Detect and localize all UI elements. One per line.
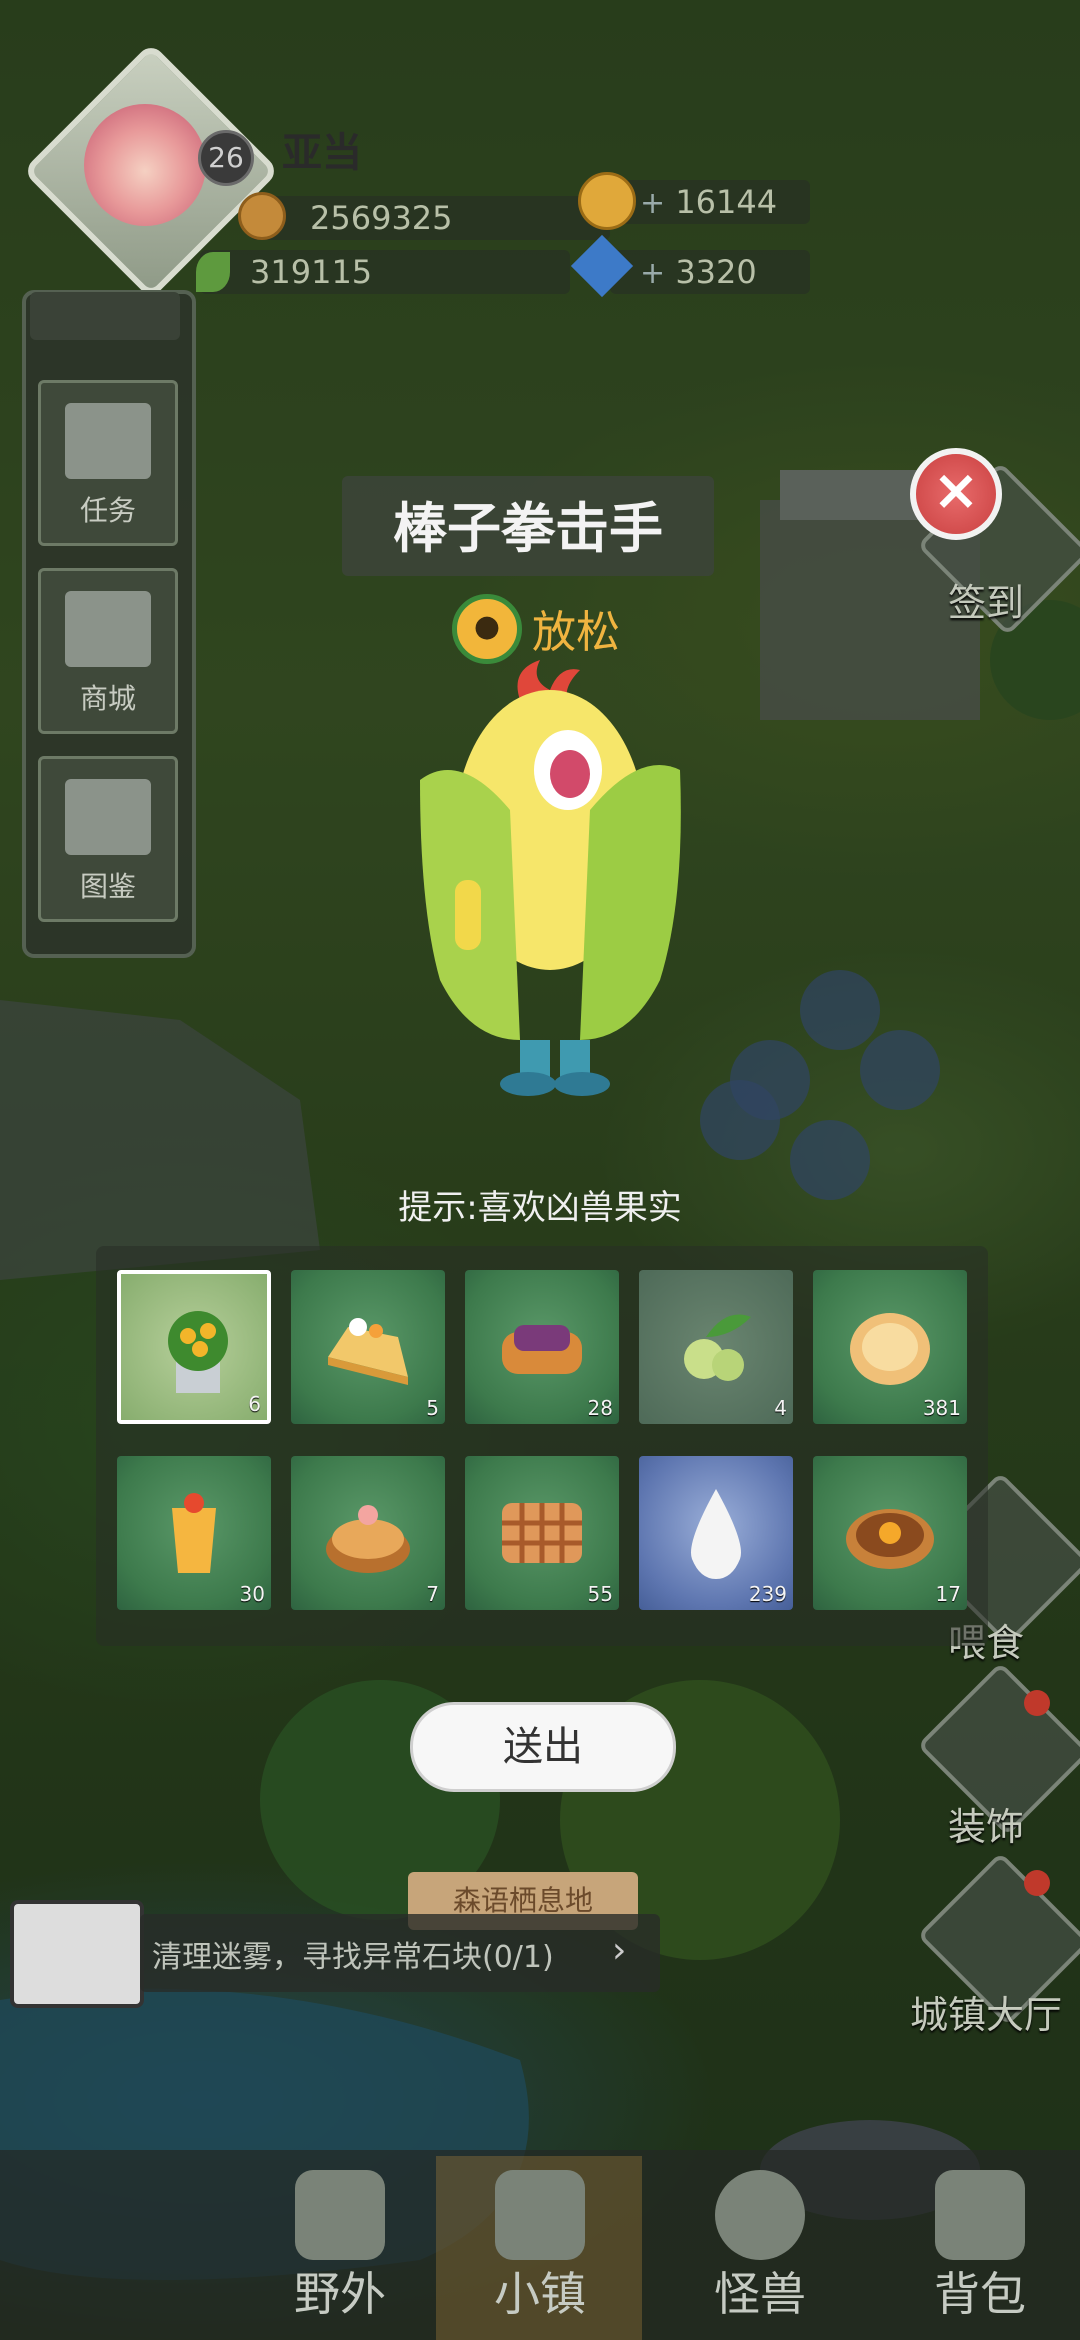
food-slot-green-fruit[interactable]: 4 <box>639 1270 793 1424</box>
paw-icon: ● <box>452 594 522 664</box>
coin-value: 16144 <box>675 183 778 221</box>
shop-icon <box>65 591 151 667</box>
menu-label: 任务 <box>79 494 136 527</box>
medal-icon <box>238 192 286 240</box>
food-slot-lattice-pie[interactable]: 55 <box>465 1456 619 1610</box>
food-slot-pancake[interactable]: 381 <box>813 1270 967 1424</box>
player-name: 亚当 <box>282 130 362 176</box>
foot <box>554 1072 610 1096</box>
food-slot-milk-drop[interactable]: 239 <box>639 1456 793 1610</box>
checkin-label: 签到 <box>947 581 1024 625</box>
arm <box>455 880 481 950</box>
nav-label: 小镇 <box>494 2267 586 2321</box>
coin-icon <box>578 172 636 230</box>
plus-icon: + <box>640 186 666 221</box>
plus-icon: + <box>640 256 666 291</box>
food-slot-cake-slice[interactable]: 5 <box>291 1270 445 1424</box>
food-qty: 7 <box>426 1582 439 1606</box>
menu-label: 图鉴 <box>79 870 136 903</box>
house-icon <box>495 2170 585 2260</box>
food-slot-fruit-tart[interactable]: 7 <box>291 1456 445 1610</box>
corn-monster <box>420 660 681 1096</box>
food-qty: 28 <box>587 1396 613 1420</box>
gem-counter[interactable]: + 3320 <box>610 250 810 294</box>
monster-icon <box>715 2170 805 2260</box>
food-slot-bread-loaf[interactable]: 28 <box>465 1270 619 1424</box>
juice-cup-icon <box>172 1493 216 1573</box>
nav-item-town[interactable]: 小镇 <box>440 2160 640 2330</box>
food-slot-pumpkin-pie[interactable]: 17 <box>813 1456 967 1610</box>
menu-item-task[interactable]: 任务 <box>38 380 178 546</box>
pumpkin-pie-icon <box>846 1509 934 1569</box>
menu-item-codex[interactable]: 图鉴 <box>38 756 178 922</box>
bread-loaf-icon <box>502 1325 582 1374</box>
food-qty: 5 <box>426 1396 439 1420</box>
book-icon <box>65 403 151 479</box>
nav-label: 怪兽 <box>714 2267 806 2321</box>
food-slot-juice-cup[interactable]: 30 <box>117 1456 271 1610</box>
quest-text: 清理迷雾，寻找异常石块(0/1) <box>152 1940 554 1975</box>
flower-pot-icon <box>168 1311 228 1393</box>
mood-status: 放松 <box>532 607 620 658</box>
food-qty: 30 <box>239 1582 265 1606</box>
codex-icon <box>65 779 151 855</box>
nav-item-wild[interactable]: 野外 <box>240 2160 440 2330</box>
level-badge: 26 <box>198 130 254 186</box>
quest-book-icon[interactable] <box>10 1900 144 2008</box>
food-qty: 381 <box>922 1396 961 1420</box>
nav-label: 背包 <box>934 2267 1026 2321</box>
decorate-label: 装饰 <box>947 1805 1024 1849</box>
notification-dot <box>1024 1690 1050 1716</box>
avatar <box>84 104 206 226</box>
food-qty: 4 <box>774 1396 787 1420</box>
leaf-counter: 319115 <box>200 250 570 294</box>
pupil <box>550 750 590 798</box>
left-menu-cap <box>30 292 180 340</box>
food-slot-flower-pot[interactable]: 6 <box>117 1270 271 1424</box>
food-qty: 17 <box>935 1582 961 1606</box>
map-icon <box>295 2170 385 2260</box>
town-hall-label: 城镇大厅 <box>909 1993 1062 2037</box>
lattice-pie-icon <box>502 1503 582 1563</box>
coin-counter[interactable]: + 16144 <box>610 180 810 224</box>
food-qty: 55 <box>587 1582 613 1606</box>
green-fruit-icon <box>684 1314 751 1381</box>
foot <box>500 1072 556 1096</box>
gem-value: 3320 <box>675 253 757 291</box>
food-qty: 239 <box>748 1582 787 1606</box>
backpack-icon <box>935 2170 1025 2260</box>
cake-slice-icon <box>328 1318 408 1385</box>
chevron-right-icon[interactable]: › <box>612 1930 654 1972</box>
milk-drop-icon <box>691 1489 741 1579</box>
leaf-icon <box>196 252 230 292</box>
pancake-icon <box>850 1313 930 1385</box>
food-hint: 提示:喜欢凶兽果实 <box>398 1188 682 1228</box>
nav-item-bag[interactable]: 背包 <box>880 2160 1080 2330</box>
menu-item-shop[interactable]: 商城 <box>38 568 178 734</box>
send-button[interactable]: 送出 <box>410 1702 676 1792</box>
gold-counter: 2569325 <box>250 196 610 240</box>
menu-label: 商城 <box>79 682 136 715</box>
notification-dot <box>1024 1870 1050 1896</box>
fruit-tart-icon <box>326 1505 410 1573</box>
husk-right <box>580 765 681 1040</box>
nav-label: 野外 <box>294 2267 386 2321</box>
food-qty: 6 <box>248 1392 261 1416</box>
close-button[interactable]: × <box>910 448 1002 540</box>
nav-item-monster[interactable]: 怪兽 <box>660 2160 860 2330</box>
monster-name: 棒子拳击手 <box>393 497 663 560</box>
